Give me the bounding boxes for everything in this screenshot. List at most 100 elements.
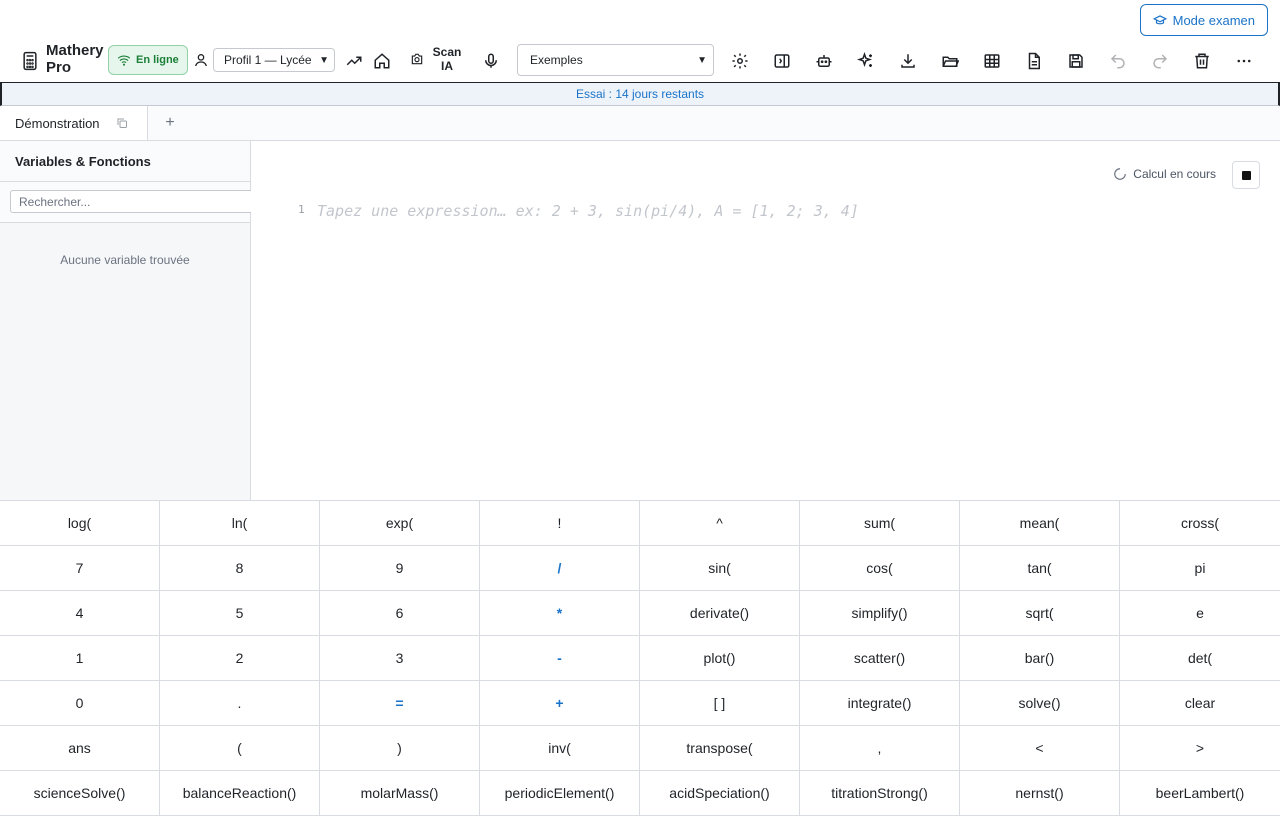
home-button[interactable]: [371, 50, 393, 72]
keypad-key[interactable]: 7: [0, 546, 160, 591]
keypad-key[interactable]: log(: [0, 501, 160, 546]
keypad-key[interactable]: [ ]: [640, 681, 800, 726]
keypad-key[interactable]: periodicElement(): [480, 771, 640, 816]
undo-button[interactable]: [1107, 50, 1129, 72]
stop-button[interactable]: [1232, 161, 1260, 189]
download-button[interactable]: [897, 50, 919, 72]
redo-button[interactable]: [1149, 50, 1171, 72]
online-status-badge: En ligne: [108, 45, 188, 75]
keypad-key[interactable]: e: [1120, 591, 1280, 636]
keypad-key[interactable]: <: [960, 726, 1120, 771]
settings-button[interactable]: [729, 50, 751, 72]
microphone-button[interactable]: [480, 50, 502, 72]
panel-icon: [774, 54, 790, 68]
keypad-key[interactable]: derivate(): [640, 591, 800, 636]
keypad-key[interactable]: pi: [1120, 546, 1280, 591]
keypad-key[interactable]: ans: [0, 726, 160, 771]
keypad-key[interactable]: bar(): [960, 636, 1120, 681]
keypad-key[interactable]: !: [480, 501, 640, 546]
keypad-key[interactable]: 2: [160, 636, 320, 681]
keypad-key[interactable]: 4: [0, 591, 160, 636]
keypad-key[interactable]: tan(: [960, 546, 1120, 591]
variable-search-input[interactable]: [10, 190, 255, 213]
keypad-key[interactable]: scatter(): [800, 636, 960, 681]
keypad-key[interactable]: plot(): [640, 636, 800, 681]
keypad-key[interactable]: 0: [0, 681, 160, 726]
keypad-key[interactable]: 6: [320, 591, 480, 636]
keypad-key[interactable]: 1: [0, 636, 160, 681]
keypad-key[interactable]: ^: [640, 501, 800, 546]
file-text-icon: [1028, 52, 1040, 70]
profile-select[interactable]: Profil 1 — Lycée ▼: [213, 48, 335, 72]
keypad-key[interactable]: nernst(): [960, 771, 1120, 816]
save-icon: [1069, 54, 1083, 68]
bot-button[interactable]: [813, 50, 835, 72]
panel-toggle-button[interactable]: [771, 50, 793, 72]
spinner-icon: [1114, 168, 1127, 180]
keypad-key[interactable]: ln(: [160, 501, 320, 546]
sidebar-title: Variables & Fonctions: [0, 141, 250, 182]
keypad-key[interactable]: /: [480, 546, 640, 591]
more-button[interactable]: [1233, 50, 1255, 72]
keypad-key[interactable]: transpose(: [640, 726, 800, 771]
exam-mode-button[interactable]: Mode examen: [1139, 4, 1268, 36]
keypad-key[interactable]: 9: [320, 546, 480, 591]
keypad-key[interactable]: ,: [800, 726, 960, 771]
trend-button[interactable]: [343, 50, 365, 72]
keypad-key[interactable]: det(: [1120, 636, 1280, 681]
keypad-key[interactable]: clear: [1120, 681, 1280, 726]
keypad-key[interactable]: >: [1120, 726, 1280, 771]
keypad-key[interactable]: =: [320, 681, 480, 726]
tab-demonstration[interactable]: Démonstration: [0, 106, 148, 140]
keypad-key[interactable]: solve(): [960, 681, 1120, 726]
trial-banner-text: Essai : 14 jours restants: [575, 87, 705, 101]
table-button[interactable]: [981, 50, 1003, 72]
keypad-key[interactable]: exp(: [320, 501, 480, 546]
keypad-key[interactable]: ): [320, 726, 480, 771]
document-button[interactable]: [1023, 50, 1045, 72]
keypad-key[interactable]: 3: [320, 636, 480, 681]
delete-button[interactable]: [1191, 50, 1213, 72]
keypad-key[interactable]: inv(: [480, 726, 640, 771]
keypad-key[interactable]: beerLambert(): [1120, 771, 1280, 816]
examples-select[interactable]: Exemples ▼: [517, 44, 714, 76]
open-folder-button[interactable]: [939, 50, 961, 72]
keypad-key[interactable]: 8: [160, 546, 320, 591]
save-button[interactable]: [1065, 50, 1087, 72]
add-tab-button[interactable]: +: [148, 106, 192, 140]
keypad-key[interactable]: cos(: [800, 546, 960, 591]
ai-sparkle-button[interactable]: [855, 50, 877, 72]
keypad-key[interactable]: (: [160, 726, 320, 771]
keypad-key[interactable]: .: [160, 681, 320, 726]
keypad-key[interactable]: +: [480, 681, 640, 726]
keypad-key[interactable]: mean(: [960, 501, 1120, 546]
keypad-key[interactable]: titrationStrong(): [800, 771, 960, 816]
expression-editor[interactable]: Calcul en cours 1 Tapez une expression… …: [251, 141, 1280, 500]
profile-select-value: Profil 1 — Lycée: [224, 53, 312, 67]
keypad-key[interactable]: acidSpeciation(): [640, 771, 800, 816]
scan-ia-button[interactable]: Scan IA: [410, 45, 462, 73]
keypad-key[interactable]: sqrt(: [960, 591, 1120, 636]
copy-icon[interactable]: [116, 117, 128, 129]
stop-icon: [1241, 170, 1251, 180]
keypad-key[interactable]: sin(: [640, 546, 800, 591]
undo-icon: [1110, 54, 1125, 69]
exam-mode-label: Mode examen: [1172, 12, 1255, 28]
keypad-key[interactable]: sum(: [800, 501, 960, 546]
calculation-status-text: Calcul en cours: [1133, 167, 1216, 181]
calculator-keypad: log(ln(exp(! ^ sum(mean(cross( 7 8 9/sin(cos(…: [0, 500, 1280, 816]
examples-select-value: Exemples: [530, 53, 583, 67]
keypad-key[interactable]: molarMass(): [320, 771, 480, 816]
keypad-key[interactable]: simplify(): [800, 591, 960, 636]
editor-placeholder: Tapez une expression… ex: 2 + 3, sin(pi/…: [317, 202, 859, 220]
folder-open-icon: [942, 56, 959, 67]
keypad-key[interactable]: integrate(): [800, 681, 960, 726]
calculation-status: Calcul en cours: [1113, 167, 1216, 181]
keypad-key[interactable]: scienceSolve(): [0, 771, 160, 816]
keypad-key[interactable]: *: [480, 591, 640, 636]
trial-banner: Essai : 14 jours restants: [0, 82, 1280, 106]
keypad-key[interactable]: -: [480, 636, 640, 681]
keypad-key[interactable]: 5: [160, 591, 320, 636]
keypad-key[interactable]: balanceReaction(): [160, 771, 320, 816]
keypad-key[interactable]: cross(: [1120, 501, 1280, 546]
